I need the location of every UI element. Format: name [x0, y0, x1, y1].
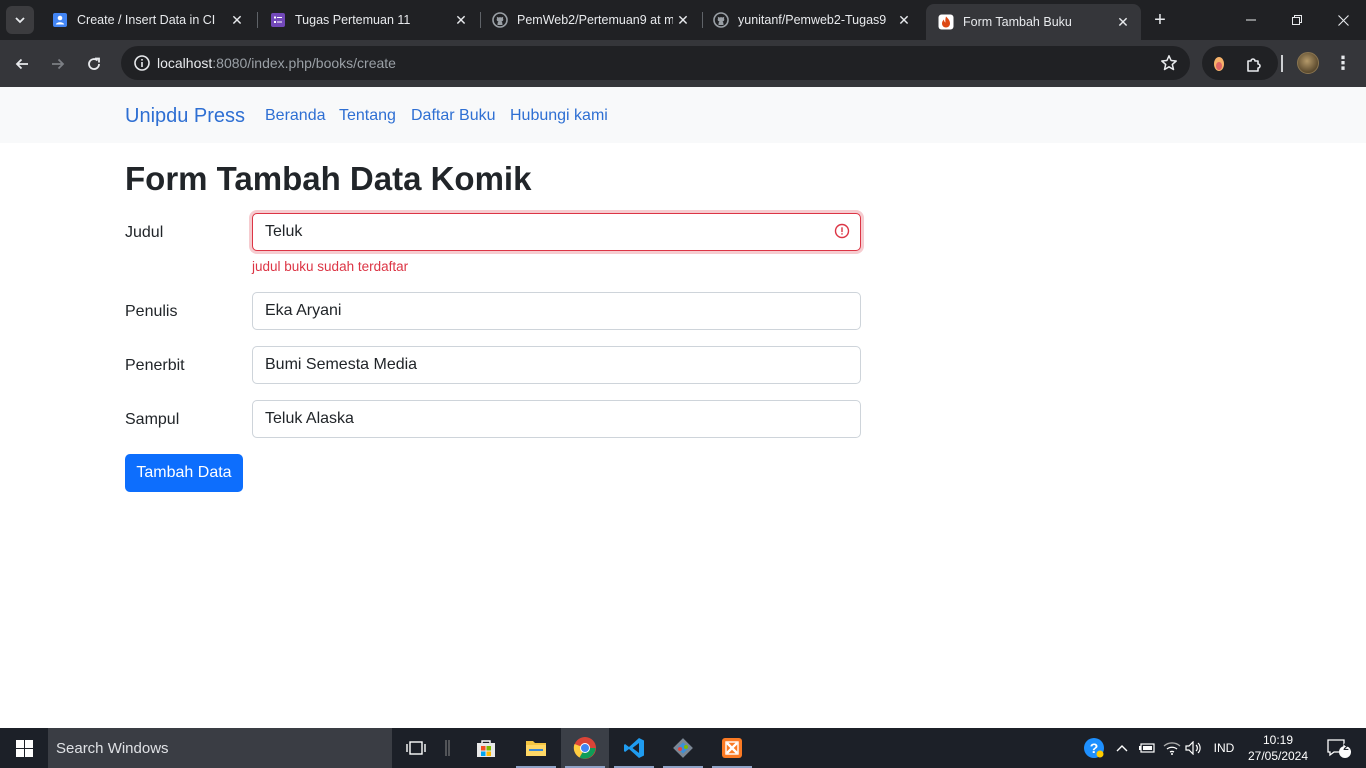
tab-title: Create / Insert Data in CI [77, 13, 216, 27]
new-tab-button[interactable]: + [1148, 8, 1172, 32]
search-placeholder: Search Windows [56, 740, 169, 757]
reload-button[interactable] [79, 49, 109, 79]
restore-icon [1292, 15, 1302, 25]
chevron-up-icon[interactable] [1112, 728, 1132, 768]
windows-logo-icon [15, 739, 33, 757]
minimize-icon [1246, 19, 1256, 21]
microsoft-store-icon[interactable] [462, 728, 510, 768]
browser-tab[interactable]: Create / Insert Data in CI ✕ [40, 4, 255, 36]
penulis-input[interactable] [252, 292, 861, 330]
close-tab-icon[interactable]: ✕ [894, 10, 914, 30]
restore-button[interactable] [1274, 0, 1320, 40]
puzzle-icon[interactable] [1245, 55, 1263, 73]
language-text: IND [1213, 741, 1235, 755]
judul-input[interactable] [252, 213, 861, 251]
toolbar-divider [1281, 55, 1283, 72]
web-page: Unipdu Press Beranda Tentang Daftar Buku… [0, 87, 1366, 728]
close-icon [1337, 14, 1349, 26]
github-icon [492, 12, 508, 28]
xampp-icon[interactable] [708, 728, 756, 768]
browser-tab[interactable]: yunitanf/Pemweb2-Tugas9 ✕ [701, 4, 922, 36]
sampul-label: Sampul [125, 411, 180, 428]
nav-link-daftar-buku[interactable]: Daftar Buku [411, 107, 495, 125]
browser-tab[interactable]: PemWeb2/Pertemuan9 at m ✕ [480, 4, 701, 36]
penerbit-label: Penerbit [125, 357, 185, 374]
address-bar[interactable]: localhost:8080/index.php/books/create [121, 46, 1190, 80]
minimize-button[interactable] [1228, 0, 1274, 40]
form-icon [270, 12, 286, 28]
google-docs-icon [52, 12, 68, 28]
file-explorer-icon[interactable] [512, 728, 560, 768]
site-info-icon[interactable] [133, 54, 151, 72]
notification-count: 2 [1343, 742, 1349, 753]
reload-icon [88, 57, 100, 70]
volume-icon[interactable] [1184, 728, 1204, 768]
page-title: Form Tambah Data Komik [125, 160, 532, 197]
bookmark-star-icon[interactable] [1160, 54, 1178, 72]
error-icon [834, 223, 850, 239]
browser-tab-strip: Create / Insert Data in CI ✕ Tugas Perte… [0, 0, 1366, 40]
system-clock[interactable]: 10:19 27/05/2024 [1244, 732, 1312, 764]
profile-avatar[interactable] [1297, 52, 1319, 74]
sampul-input[interactable] [252, 400, 861, 438]
judul-label: Judul [125, 224, 164, 241]
penulis-label: Penulis [125, 303, 178, 320]
extensions-area [1202, 46, 1278, 80]
forward-button[interactable] [43, 49, 73, 79]
github-icon [713, 12, 729, 28]
close-window-button[interactable] [1320, 0, 1366, 40]
taskbar-search-box[interactable]: Search Windows [48, 728, 392, 768]
url-path: :8080/index.php/books/create [212, 55, 396, 71]
site-navbar: Unipdu Press Beranda Tentang Daftar Buku… [0, 87, 1366, 143]
browser-toolbar: localhost:8080/index.php/books/create ⋮ [0, 40, 1366, 87]
arrow-left-icon [15, 58, 28, 70]
tab-search-button[interactable] [6, 6, 34, 34]
wifi-icon[interactable] [1161, 728, 1183, 768]
back-button[interactable] [7, 49, 37, 79]
extension-icon[interactable] [1210, 55, 1228, 73]
tambah-data-button[interactable]: Tambah Data [125, 454, 243, 492]
arrow-right-icon [52, 58, 65, 70]
chevron-down-icon [15, 17, 25, 24]
close-tab-icon[interactable]: ✕ [673, 10, 693, 30]
help-icon[interactable]: ? [1082, 728, 1106, 768]
clock-date: 27/05/2024 [1247, 749, 1309, 763]
close-tab-icon[interactable]: ✕ [1113, 12, 1133, 32]
language-indicator[interactable]: IND [1208, 728, 1240, 768]
codeigniter-icon [938, 14, 954, 30]
nav-link-tentang[interactable]: Tentang [339, 107, 396, 125]
judul-error-message: judul buku sudah terdaftar [252, 259, 409, 274]
clock-time: 10:19 [1262, 733, 1294, 747]
start-button[interactable] [0, 728, 48, 768]
penerbit-input[interactable] [252, 346, 861, 384]
more-menu-icon[interactable]: ⋮ [1333, 52, 1353, 74]
chrome-taskbar-icon[interactable] [561, 728, 609, 768]
notification-center-icon[interactable]: 2 [1318, 728, 1358, 768]
url-host: localhost [157, 55, 213, 71]
nav-link-beranda[interactable]: Beranda [265, 107, 326, 125]
browser-tab[interactable]: Tugas Pertemuan 11 ✕ [258, 4, 479, 36]
tab-title: Tugas Pertemuan 11 [295, 13, 411, 27]
navbar-brand[interactable]: Unipdu Press [125, 105, 245, 128]
vscode-icon[interactable] [610, 728, 658, 768]
windows-taskbar: Search Windows ? IND 10:19 27/05/2024 2 [0, 728, 1366, 768]
close-tab-icon[interactable]: ✕ [451, 10, 471, 30]
browser-tab-active[interactable]: Form Tambah Buku ✕ [926, 4, 1141, 40]
tab-title: yunitanf/Pemweb2-Tugas9 [738, 13, 887, 27]
url-text: localhost:8080/index.php/books/create [157, 55, 396, 71]
tab-title: PemWeb2/Pertemuan9 at m [517, 13, 673, 27]
git-gui-icon[interactable] [659, 728, 707, 768]
battery-icon[interactable] [1137, 728, 1157, 768]
close-tab-icon[interactable]: ✕ [227, 10, 247, 30]
tab-title: Form Tambah Buku [963, 15, 1072, 29]
nav-link-hubungi-kami[interactable]: Hubungi kami [510, 107, 608, 125]
